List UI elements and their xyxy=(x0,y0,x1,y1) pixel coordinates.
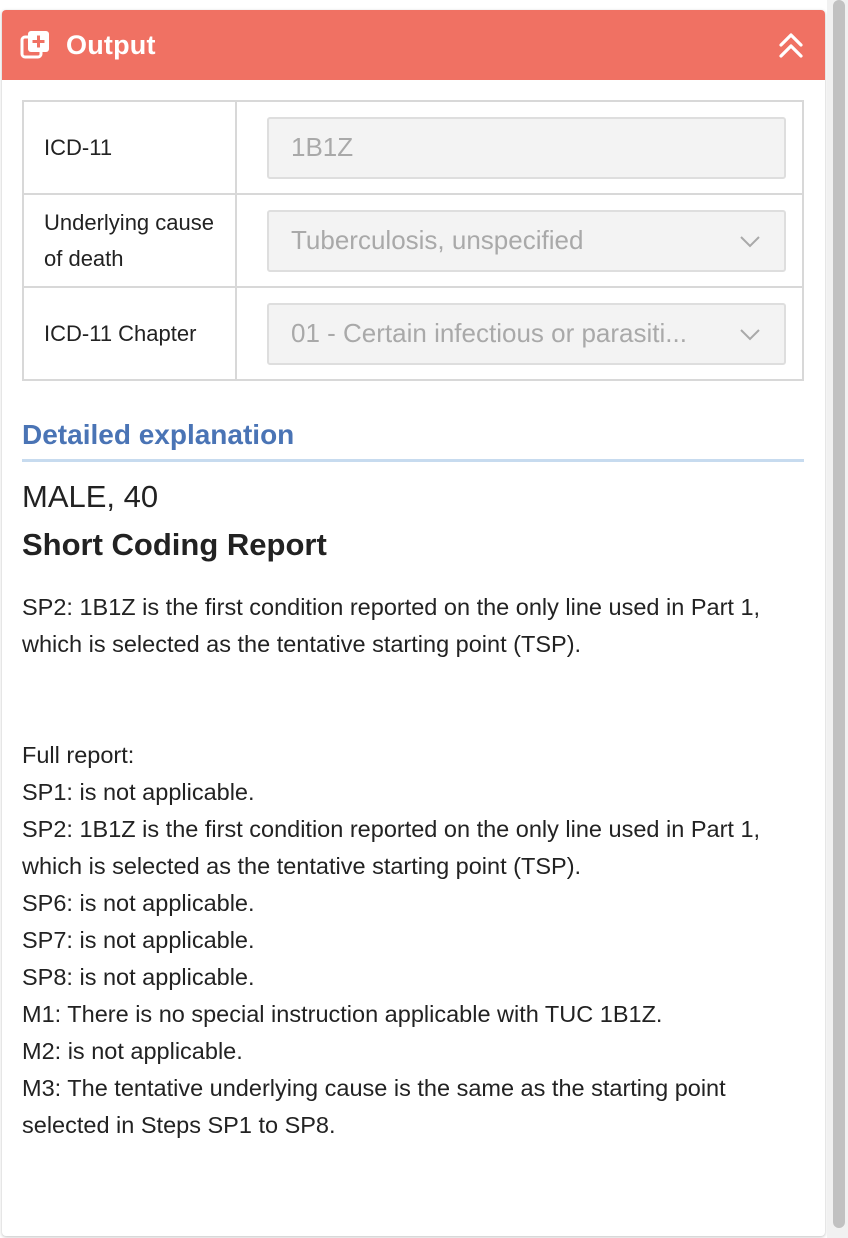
add-to-queue-icon xyxy=(20,30,50,60)
icd11-chapter-value: 01 - Certain infectious or parasiti... xyxy=(291,318,687,348)
detailed-explanation-heading: Detailed explanation xyxy=(22,419,804,462)
panel-header[interactable]: Output xyxy=(2,10,825,80)
report-line: M2: is not applicable. xyxy=(22,1038,243,1064)
double-chevron-up-icon xyxy=(779,33,803,58)
report-line: SP8: is not applicable. xyxy=(22,964,255,990)
full-report-heading: Full report: xyxy=(22,742,135,768)
icd11-code-value: 1B1Z xyxy=(291,132,354,162)
underlying-cause-select[interactable]: Tuberculosis, unspecified xyxy=(267,209,786,272)
chevron-down-icon xyxy=(740,235,760,247)
scrollbar-thumb[interactable] xyxy=(833,0,845,1228)
output-form-table: ICD-11 1B1Z Underlying cause of death Tu… xyxy=(22,100,804,381)
underlying-cause-label: Underlying cause of death xyxy=(22,193,237,288)
full-report: Full report: SP1: is not applicable. SP2… xyxy=(22,737,805,1144)
icd11-code-field[interactable]: 1B1Z xyxy=(267,116,786,179)
form-row-underlying-cause: Underlying cause of death Tuberculosis, … xyxy=(22,193,804,288)
short-coding-report-title: Short Coding Report xyxy=(22,527,327,562)
icd11-label: ICD-11 xyxy=(22,100,237,195)
short-report-text: SP2: 1B1Z is the first condition reporte… xyxy=(22,594,761,657)
collapse-button[interactable] xyxy=(775,29,807,61)
output-panel: Output ICD-11 1B1Z Underlying cause of d… xyxy=(2,10,825,1236)
report-line: SP1: is not applicable. xyxy=(22,779,255,805)
form-row-chapter: ICD-11 Chapter 01 - Certain infectious o… xyxy=(22,286,804,381)
chevron-down-icon xyxy=(740,328,760,340)
report-line: SP7: is not applicable. xyxy=(22,927,255,953)
report-line: M1: There is no special instruction appl… xyxy=(22,1001,663,1027)
patient-info: MALE, 40 xyxy=(22,479,159,514)
underlying-cause-value: Tuberculosis, unspecified xyxy=(291,225,584,255)
icd11-chapter-select[interactable]: 01 - Certain infectious or parasiti... xyxy=(267,302,786,365)
form-row-icd11: ICD-11 1B1Z xyxy=(22,100,804,195)
report-line: M3: The tentative underlying cause is th… xyxy=(22,1075,726,1138)
panel-title: Output xyxy=(66,29,156,60)
report-line: SP6: is not applicable. xyxy=(22,890,255,916)
report-line: SP2: 1B1Z is the first condition reporte… xyxy=(22,816,761,879)
icd11-chapter-label: ICD-11 Chapter xyxy=(22,286,237,381)
